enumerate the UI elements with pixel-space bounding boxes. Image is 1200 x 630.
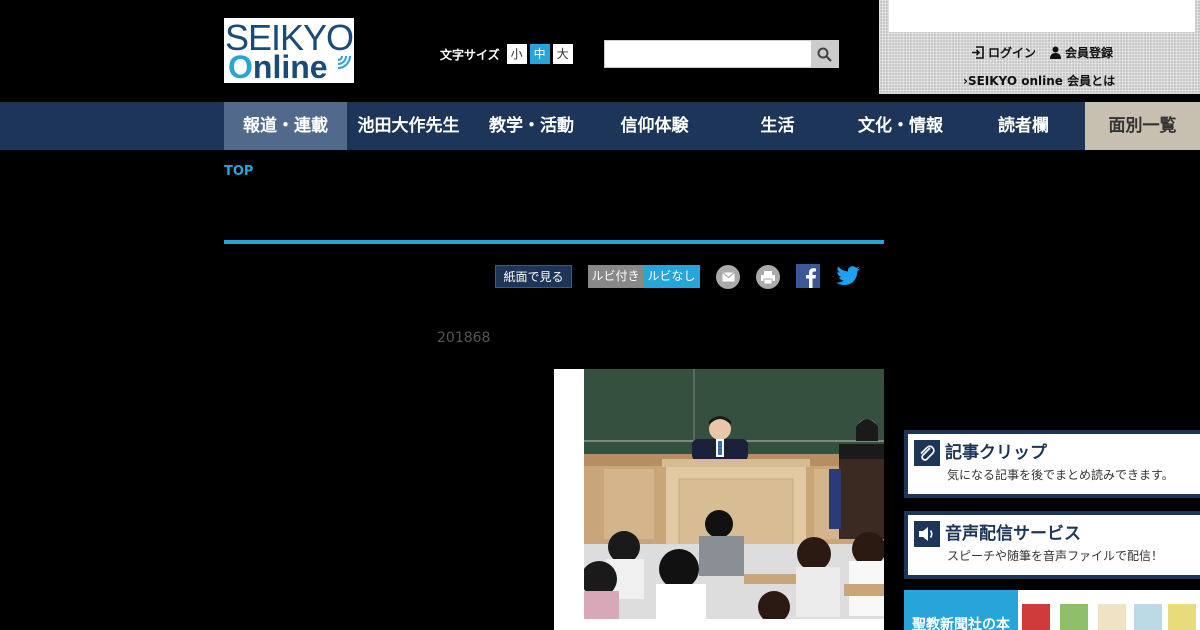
- register-link[interactable]: 会員登録: [1050, 44, 1113, 61]
- books-banner-label: 聖教新聞社の本: [912, 617, 1010, 630]
- about-membership-label: SEIKYO online 会員とは: [967, 74, 1116, 88]
- nav-item-life[interactable]: 生活: [716, 102, 839, 150]
- search-button[interactable]: [811, 41, 838, 67]
- main-nav: 報道・連載 池田大作先生 教学・活動 信仰体験 生活 文化・情報 読者欄 面別一…: [0, 102, 1200, 150]
- about-membership-link[interactable]: ›SEIKYO online 会員とは: [963, 72, 1115, 89]
- book-cover: [1022, 604, 1050, 630]
- search-icon: [817, 47, 832, 62]
- login-label: ログイン: [988, 46, 1037, 60]
- nav-item-page-list[interactable]: 面別一覧: [1085, 102, 1200, 150]
- account-panel-banner: [889, 0, 1195, 32]
- article-photo: [584, 369, 884, 619]
- font-size-label: 文字サイズ: [440, 47, 500, 62]
- book-cover: [1168, 604, 1196, 630]
- speaker-icon: [914, 521, 940, 547]
- mail-icon: [721, 272, 735, 282]
- book-cover: [1098, 604, 1126, 630]
- facebook-share-button[interactable]: [796, 264, 820, 288]
- signal-wave-icon: [337, 55, 351, 69]
- twitter-icon[interactable]: [835, 264, 861, 288]
- audio-service-subtitle: スピーチや随筆を音声ファイルで配信！: [947, 549, 1164, 563]
- facebook-icon: [806, 268, 816, 288]
- article-clip-title: 記事クリップ: [945, 443, 1047, 463]
- nav-item-news[interactable]: 報道・連載: [224, 102, 347, 150]
- login-link[interactable]: ログイン: [971, 44, 1036, 61]
- ruby-on-button[interactable]: ルビ付き: [588, 265, 643, 288]
- article-clip-banner[interactable]: 記事クリップ 気になる記事を後でまとめ読みできます。: [904, 430, 1200, 498]
- nav-item-culture[interactable]: 文化・情報: [839, 102, 962, 150]
- print-button[interactable]: [756, 265, 780, 289]
- print-icon: [761, 270, 775, 284]
- email-share-button[interactable]: [716, 265, 740, 289]
- title-divider: [224, 240, 884, 244]
- login-icon: [972, 46, 984, 59]
- user-icon: [1050, 46, 1062, 59]
- article-clip-subtitle: 気になる記事を後でまとめ読みできます。: [947, 468, 1174, 482]
- seikyo-online-logo[interactable]: SEIKYO Online: [224, 18, 354, 85]
- paperclip-icon: [914, 440, 940, 466]
- nav-item-ikeda[interactable]: 池田大作先生: [347, 102, 470, 150]
- nav-item-experience[interactable]: 信仰体験: [593, 102, 716, 150]
- ruby-off-button[interactable]: ルビなし: [643, 265, 700, 288]
- paper-view-button[interactable]: 紙面で見る: [495, 265, 572, 288]
- font-size-large-button[interactable]: 大: [552, 44, 573, 64]
- search-box: [604, 40, 839, 68]
- book-cover: [1134, 604, 1162, 630]
- audio-service-banner[interactable]: 音声配信サービス スピーチや随筆を音声ファイルで配信！: [904, 511, 1200, 579]
- font-size-small-button[interactable]: 小: [506, 44, 527, 64]
- breadcrumb-top-link[interactable]: TOP: [224, 164, 253, 179]
- logo-text-line2: Online: [228, 49, 328, 85]
- article-date: 201868: [437, 330, 491, 346]
- account-panel: ログイン 会員登録 ›SEIKYO online 会員とは: [879, 0, 1200, 94]
- nav-item-study[interactable]: 教学・活動: [470, 102, 593, 150]
- book-cover: [1060, 604, 1088, 630]
- search-input[interactable]: [605, 41, 810, 67]
- font-size-medium-button[interactable]: 中: [529, 44, 550, 64]
- audio-service-title: 音声配信サービス: [945, 524, 1081, 544]
- account-links: ログイン 会員登録: [971, 44, 1113, 61]
- font-size-selector: 文字サイズ 小 中 大: [440, 44, 576, 64]
- books-shelf: [1018, 590, 1200, 630]
- books-banner[interactable]: 聖教新聞社の本: [904, 590, 1200, 630]
- ruby-toggle: ルビ付き ルビなし: [588, 265, 700, 288]
- nav-item-readers[interactable]: 読者欄: [962, 102, 1085, 150]
- register-label: 会員登録: [1065, 46, 1114, 60]
